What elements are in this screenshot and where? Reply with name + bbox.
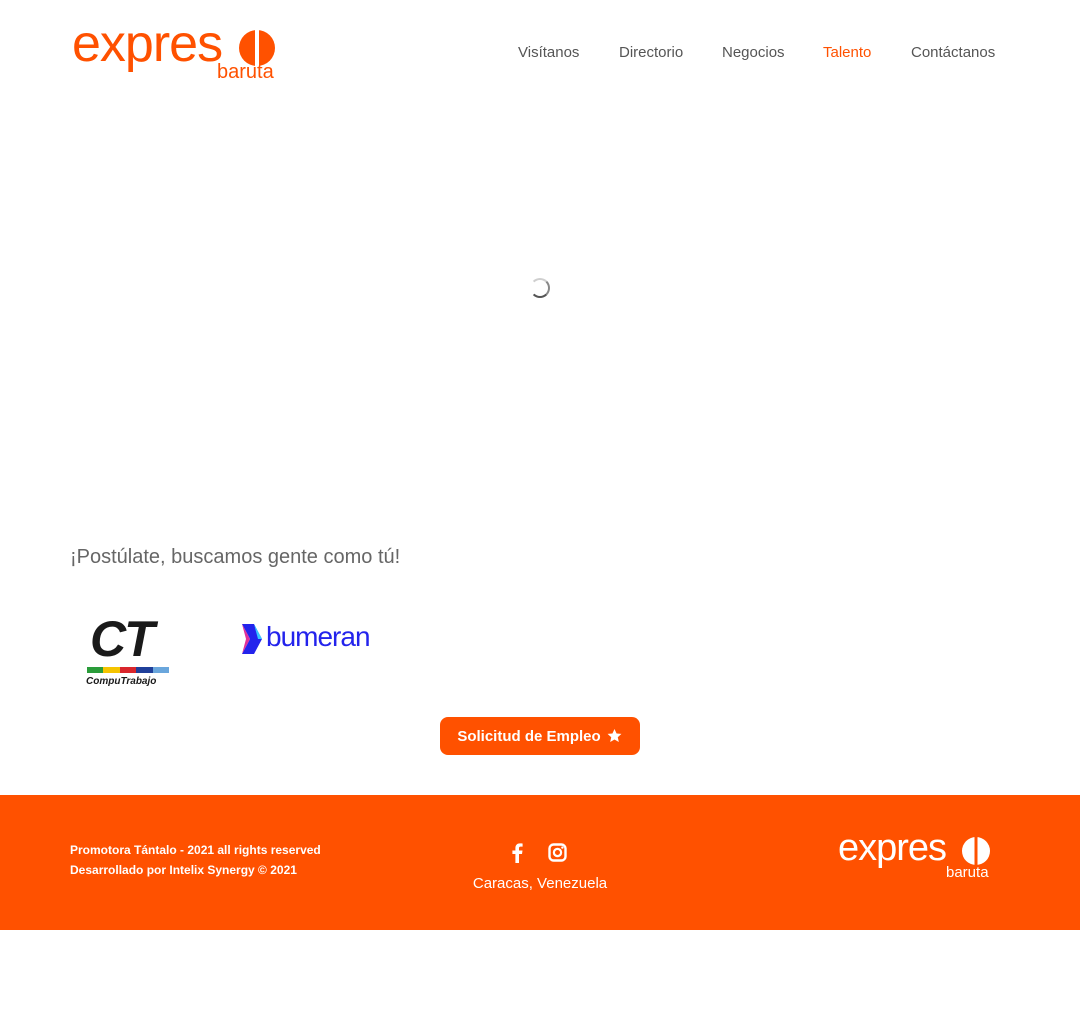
computrabajo-letters: CT [90, 611, 155, 667]
bumeran-chevron-icon [242, 624, 262, 654]
footer-logo-o-mark-icon [962, 837, 990, 865]
stripe-blue [136, 667, 153, 673]
footer-logo-wordmark: expres [838, 827, 947, 869]
section-heading: ¡Postúlate, buscamos gente como tú! [70, 546, 401, 568]
computrabajo-name: CompuTrabajo [86, 676, 157, 687]
footer-expreso-logo[interactable]: expres baruta [838, 829, 998, 885]
job-application-button[interactable]: Solicitud de Empleo [440, 717, 640, 755]
footer-logo-subtitle: baruta [946, 864, 989, 881]
site-header: expres baruta Visítanos Directorio Negoc… [0, 0, 1080, 110]
nav-item-directorio[interactable]: Directorio [619, 44, 683, 61]
stripe-lightblue [152, 667, 170, 673]
stripe-green [87, 667, 104, 673]
nav-item-contactanos[interactable]: Contáctanos [911, 44, 995, 61]
job-application-label: Solicitud de Empleo [457, 727, 601, 745]
instagram-icon[interactable] [548, 843, 567, 867]
stripe-red [119, 667, 137, 673]
star-icon [607, 729, 622, 742]
bumeran-logo[interactable]: bumeran [240, 620, 400, 660]
stripe-yellow [103, 667, 120, 673]
computrabajo-stripes [87, 667, 170, 673]
main-nav: Visítanos Directorio Negocios Talento Co… [0, 44, 1080, 64]
bumeran-wordmark: bumeran [266, 621, 371, 652]
nav-item-talento[interactable]: Talento [823, 44, 871, 61]
computrabajo-logo[interactable]: CT CompuTrabajo [82, 614, 178, 694]
loading-spinner-icon [530, 278, 550, 298]
logo-subtitle: baruta [217, 61, 274, 83]
footer-copyright: Promotora Tántalo - 2021 all rights rese… [70, 843, 321, 857]
facebook-icon[interactable] [511, 843, 523, 868]
nav-item-visitanos[interactable]: Visítanos [518, 44, 579, 61]
nav-item-negocios[interactable]: Negocios [722, 44, 785, 61]
site-footer: Promotora Tántalo - 2021 all rights rese… [0, 795, 1080, 930]
